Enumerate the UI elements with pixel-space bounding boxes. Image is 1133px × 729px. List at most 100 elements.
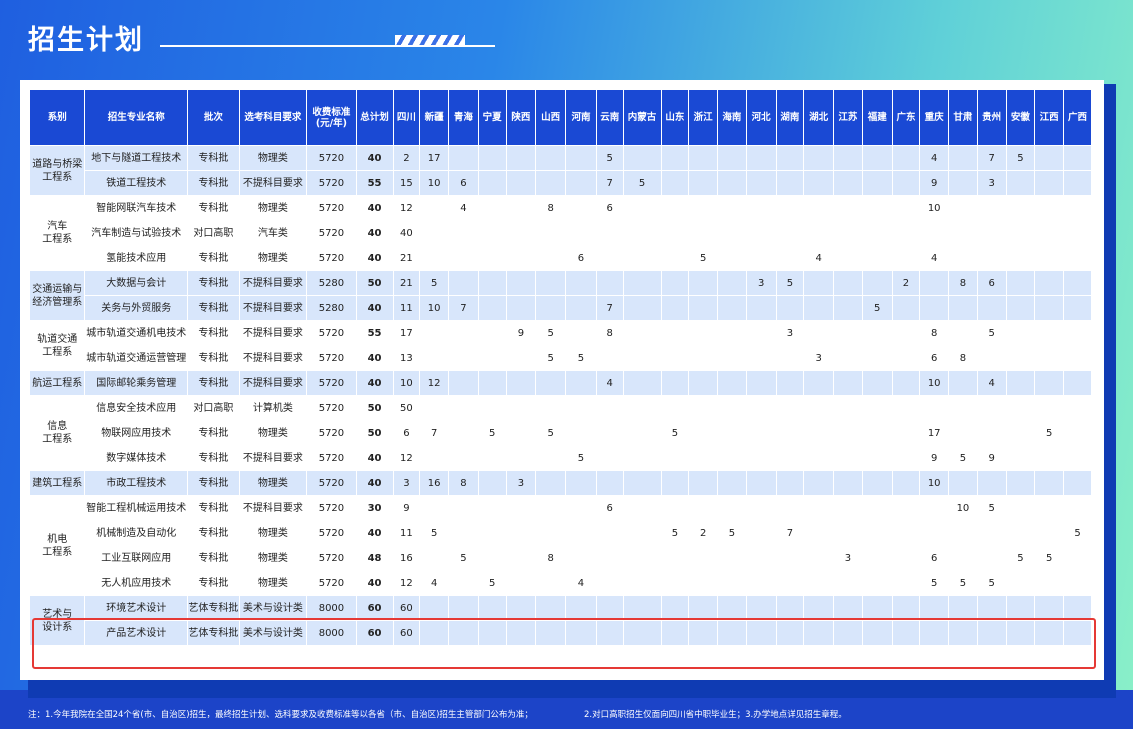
table-cell — [477, 345, 507, 371]
table-cell — [948, 320, 978, 346]
table-cell — [948, 145, 978, 171]
table-row: 建筑工程系 市政工程技术 专科批 物理类 5720 40 3 16 8 3 10 — [28, 470, 1092, 496]
table-cell — [688, 495, 719, 521]
table-cell — [861, 395, 893, 421]
total-plan-cell: 40 — [355, 295, 394, 321]
major-name-cell: 智能网联汽车技术 — [84, 195, 189, 221]
major-name-cell: 关务与外贸服务 — [84, 295, 189, 321]
table-cell: 不提科目要求 — [238, 345, 308, 371]
table-cell: 5 — [622, 170, 662, 196]
column-header: 湖南 — [775, 89, 805, 146]
table-cell: 17 — [919, 420, 950, 446]
table-cell — [565, 295, 597, 321]
table-cell — [688, 420, 719, 446]
major-name-cell: 信息安全技术应用 — [84, 395, 189, 421]
table-cell — [976, 420, 1007, 446]
major-name-cell: 大数据与会计 — [84, 270, 189, 296]
table-cell — [745, 370, 777, 396]
table-cell — [688, 370, 719, 396]
table-cell: 专科批 — [187, 470, 240, 496]
table-cell: 5720 — [306, 195, 357, 221]
table-cell: 10 — [392, 370, 421, 396]
table-cell: 5720 — [306, 220, 357, 246]
table-cell: 6 — [448, 170, 479, 196]
column-header: 福建 — [861, 89, 893, 146]
table-cell: 9 — [505, 320, 537, 346]
table-cell: 5 — [976, 320, 1007, 346]
total-plan-cell: 40 — [355, 195, 394, 221]
table-cell: 10 — [948, 495, 978, 521]
table-cell — [717, 370, 747, 396]
table-cell — [448, 270, 479, 296]
table-cell — [1034, 470, 1065, 496]
table-cell — [1005, 195, 1036, 221]
table-cell — [1063, 545, 1092, 571]
table-cell — [1034, 595, 1065, 621]
table-cell: 3 — [803, 345, 835, 371]
major-name-cell: 数字媒体技术 — [84, 445, 189, 471]
table-cell — [535, 495, 567, 521]
table-cell — [861, 345, 893, 371]
table-cell: 物理类 — [238, 145, 308, 171]
table-cell — [948, 520, 978, 546]
table-cell: 5720 — [306, 520, 357, 546]
column-header: 河南 — [565, 89, 597, 146]
table-cell — [861, 245, 893, 271]
table-cell: 4 — [448, 195, 479, 221]
table-cell — [775, 395, 805, 421]
table-cell: 13 — [392, 345, 421, 371]
table-cell — [622, 145, 662, 171]
table-cell — [745, 545, 777, 571]
table-cell — [833, 320, 863, 346]
table-cell — [1005, 420, 1036, 446]
table-cell — [891, 595, 921, 621]
table-cell — [717, 270, 747, 296]
table-cell — [622, 470, 662, 496]
column-header: 四川 — [392, 89, 421, 146]
table-cell — [688, 145, 719, 171]
table-cell — [948, 395, 978, 421]
table-cell — [775, 420, 805, 446]
table-cell — [745, 195, 777, 221]
table-cell — [745, 145, 777, 171]
table-cell — [622, 445, 662, 471]
table-cell: 5 — [919, 570, 950, 596]
total-plan-cell: 48 — [355, 545, 394, 571]
column-header: 江西 — [1034, 89, 1065, 146]
table-row: 信息 工程系 信息安全技术应用 对口高职 计算机类 5720 50 50 — [28, 395, 1092, 471]
table-cell — [1063, 295, 1092, 321]
table-cell — [535, 470, 567, 496]
table-cell — [1063, 445, 1092, 471]
table-cell — [919, 520, 950, 546]
major-name-cell: 物联网应用技术 — [84, 420, 189, 446]
table-cell — [419, 545, 449, 571]
table-cell — [688, 445, 719, 471]
table-cell: 物理类 — [238, 520, 308, 546]
table-cell — [891, 570, 921, 596]
table-cell — [595, 570, 624, 596]
table-cell — [803, 170, 835, 196]
table-cell: 3 — [976, 170, 1007, 196]
table-cell: 5720 — [306, 470, 357, 496]
table-cell: 5720 — [306, 545, 357, 571]
table-cell — [535, 595, 567, 621]
column-header: 山西 — [535, 89, 567, 146]
table-cell — [919, 595, 950, 621]
table-cell — [595, 445, 624, 471]
table-cell — [1063, 145, 1092, 171]
table-cell: 3 — [505, 470, 537, 496]
table-cell — [717, 445, 747, 471]
table-cell — [803, 595, 835, 621]
table-cell: 艺体专科批 — [187, 595, 240, 621]
table-cell — [1005, 320, 1036, 346]
table-cell: 7 — [976, 145, 1007, 171]
table-cell — [660, 245, 690, 271]
table-cell — [505, 570, 537, 596]
table-cell — [919, 495, 950, 521]
table-cell: 10 — [919, 370, 950, 396]
table-cell — [565, 395, 597, 421]
table-cell: 3 — [392, 470, 421, 496]
table-cell — [803, 195, 835, 221]
table-cell — [595, 245, 624, 271]
table-cell — [505, 595, 537, 621]
